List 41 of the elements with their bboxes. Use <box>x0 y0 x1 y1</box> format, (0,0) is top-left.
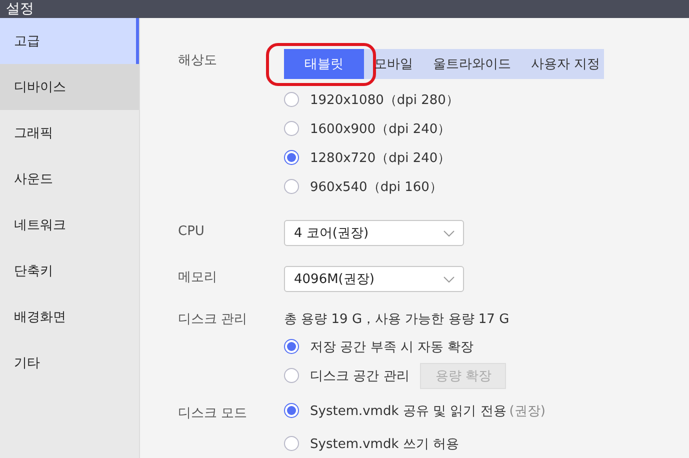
radio-button[interactable] <box>284 92 299 107</box>
dropdown-value: 4096M(권장) <box>294 271 374 288</box>
sidebar-item[interactable]: 네트워크 <box>0 202 139 248</box>
tab[interactable]: 울트라와이드 <box>423 49 521 79</box>
option-label: 960x540（dpi 160） <box>310 178 442 196</box>
chevron-down-icon <box>443 230 455 236</box>
sidebar-item[interactable]: 디바이스 <box>0 64 139 110</box>
dropdown-value: 4 코어(권장) <box>294 225 369 242</box>
option-label: 1600x900（dpi 240） <box>310 120 451 138</box>
sidebar-item[interactable]: 고급 <box>0 18 139 64</box>
option-label: 디스크 공간 관리 <box>310 368 410 384</box>
capacity-info: 총 용량 19 G，사용 가능한 용량 17 G <box>284 311 510 329</box>
radio-button[interactable] <box>284 368 299 383</box>
radio-button[interactable] <box>284 436 299 451</box>
sidebar-item[interactable]: 배경화면 <box>0 294 139 340</box>
sidebar-item[interactable]: 기타 <box>0 340 139 386</box>
tab[interactable]: 태블릿 <box>284 49 364 79</box>
sidebar-item[interactable]: 사운드 <box>0 156 139 202</box>
memory-dropdown[interactable]: 4096M(권장) <box>284 266 464 292</box>
cpu-dropdown[interactable]: 4 코어(권장) <box>284 220 464 246</box>
tab[interactable]: 사용자 지정 <box>521 49 610 79</box>
chevron-down-icon <box>443 276 455 282</box>
field-label: 해상도 <box>178 52 218 70</box>
radio-button[interactable] <box>284 403 299 418</box>
field-label: 디스크 모드 <box>178 405 248 423</box>
radio-button[interactable] <box>284 339 299 354</box>
option-label: System.vmdk 공유 및 읽기 전용 <box>310 402 506 420</box>
field-label: 디스크 관리 <box>178 311 248 329</box>
field-label: CPU <box>178 223 206 241</box>
radio-button[interactable] <box>284 179 299 194</box>
option-label: 1920x1080（dpi 280） <box>310 92 459 108</box>
option-label: 1280x720（dpi 240） <box>310 150 451 166</box>
option-label: 저장 공간 부족 시 자동 확장 <box>310 338 474 356</box>
window-title: 설정 <box>6 0 34 18</box>
field-label: 메모리 <box>178 269 218 287</box>
radio-button[interactable] <box>284 150 299 165</box>
note-text: (권장) <box>509 402 546 420</box>
option-label: System.vmdk 쓰기 허용 <box>310 436 460 452</box>
sidebar-item[interactable]: 단축키 <box>0 248 139 294</box>
sidebar-item[interactable]: 그래픽 <box>0 110 139 156</box>
radio-button[interactable] <box>284 121 299 136</box>
